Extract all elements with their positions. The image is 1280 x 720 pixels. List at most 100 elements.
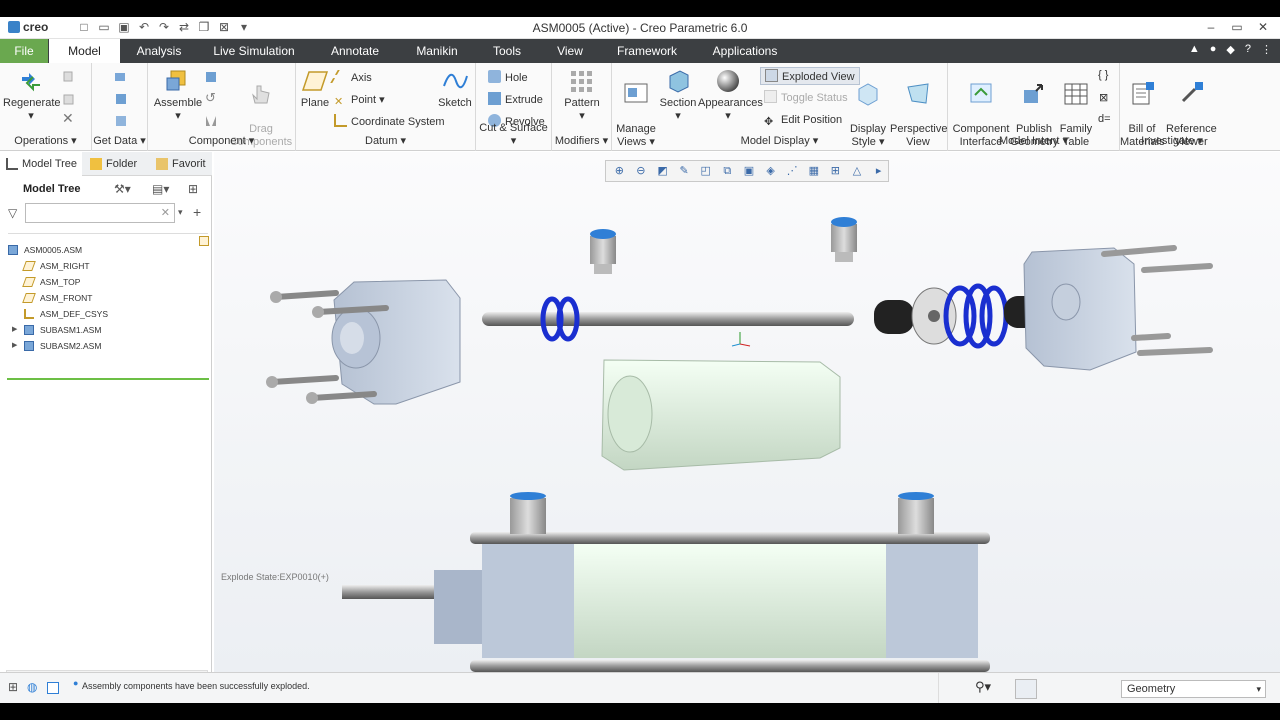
tab-live-simulation[interactable]: Live Simulation (206, 39, 302, 63)
tree-columns-icon[interactable]: ⊞ (188, 182, 198, 196)
tab-manikin[interactable]: Manikin (407, 39, 467, 63)
edit-position-button[interactable]: ✥ Edit Position (764, 111, 842, 129)
tab-model[interactable]: Model (49, 39, 120, 63)
browser-icon[interactable]: ◍ (27, 680, 37, 694)
modifiers-label[interactable]: Modifiers ▾ (552, 134, 611, 147)
group-modifiers: Pattern ▾ Modifiers ▾ (552, 63, 612, 151)
cylinder-barrel[interactable] (601, 359, 841, 471)
selected-items-icon[interactable] (1015, 679, 1037, 699)
tree-item[interactable]: ASM_DEF_CSYS (6, 306, 208, 322)
tree-item[interactable]: ASM0005.ASM (6, 242, 208, 258)
pattern-button[interactable]: Pattern ▾ (558, 68, 606, 123)
tree-item-label: SUBASM1.ASM (40, 325, 102, 335)
extrude-button[interactable]: Extrude (488, 91, 543, 109)
parameters-icon[interactable]: { } (1098, 69, 1108, 81)
sketch-button[interactable]: Sketch (438, 68, 472, 110)
search-options-icon[interactable]: ▾ (178, 207, 183, 218)
piston-assembly[interactable] (874, 283, 1042, 349)
point-button[interactable]: ✕ Point ▾ (334, 91, 385, 109)
tab-view[interactable]: View (548, 39, 592, 63)
explode-state-label: Explode State:EXP0010(+) (221, 572, 329, 582)
copy-geometry-icon[interactable] (114, 92, 128, 106)
show-navigator-icon[interactable]: ⊞ (8, 680, 18, 694)
group-get-data: Get Data ▾ (92, 63, 148, 151)
appearances-button[interactable]: Appearances ▾ (698, 68, 763, 123)
clear-search-icon[interactable]: ✕ (161, 206, 170, 219)
toggle-status-button[interactable]: Toggle Status (764, 89, 848, 107)
model-tree: ASM0005.ASM ASM_RIGHT ASM_TOP ASM_FRONT ASM_… (6, 242, 208, 354)
search-input[interactable]: ✕ (25, 203, 175, 223)
window-title: ASM0005 (Active) - Creo Parametric 6.0 (532, 21, 748, 35)
tab-analysis[interactable]: Analysis (128, 39, 190, 63)
model-intent-label[interactable]: Model Intent ▾ (948, 134, 1119, 147)
assemble-button[interactable]: Assemble ▾ (151, 68, 205, 123)
shrinkwrap-icon[interactable] (114, 114, 128, 128)
expand-icon[interactable]: ▶ (12, 322, 20, 338)
filter-icon[interactable]: ▽ (8, 206, 17, 220)
user-defined-feature-icon[interactable] (114, 70, 128, 84)
more-icon[interactable]: ⋮ (1261, 43, 1272, 56)
hole-button[interactable]: Hole (488, 69, 528, 87)
tab-annotate[interactable]: Annotate (322, 39, 388, 63)
relations-icon[interactable]: d= (1098, 113, 1111, 125)
datum-label[interactable]: Datum ▾ (296, 134, 475, 147)
section-button[interactable]: Section ▾ (658, 68, 698, 123)
filter-select[interactable]: Geometry ▾ (1121, 680, 1266, 698)
delete-icon[interactable]: ✕ (62, 110, 74, 127)
fitting-1[interactable] (590, 229, 616, 274)
cut-surface-label[interactable]: Cut & Surface ▾ (476, 122, 551, 147)
tab-framework[interactable]: Framework (611, 39, 683, 63)
graphics-window[interactable]: ⊕ ⊖ ◩ ✎ ◰ ⧉ ▣ ◈ ⋰ ▦ ⊞ △ ▸ Explode State:… (214, 152, 1280, 672)
get-data-label[interactable]: Get Data ▾ (92, 134, 147, 147)
expand-icon[interactable]: ▶ (12, 338, 20, 354)
tab-model-tree[interactable]: Model Tree (0, 152, 82, 176)
model-display-label[interactable]: Model Display ▾ (612, 134, 947, 147)
model-ribbon: Regenerate ▾ ✕ Operations ▾ Get Data ▾ As… (0, 63, 1280, 151)
component-label[interactable]: Component ▾ (148, 134, 295, 147)
investigate-label[interactable]: Investigate ▾ (1120, 134, 1224, 147)
left-end-cap[interactable] (266, 279, 461, 405)
collapse-ribbon-icon[interactable]: ▲ (1189, 43, 1200, 56)
group-datum: Plane Axis ✕ Point ▾ Coordinate System Sk… (296, 63, 476, 151)
switch-dimensions-icon[interactable]: ⊠ (1099, 91, 1108, 104)
maximize-button[interactable]: ▭ (1230, 20, 1244, 34)
tab-applications[interactable]: Applications (703, 39, 787, 63)
appearance-icon[interactable]: ◆ (1226, 43, 1234, 56)
help-icon[interactable]: ? (1245, 43, 1251, 56)
tab-folder-browser[interactable]: Folder (84, 152, 146, 176)
tab-tools[interactable]: Tools (484, 39, 530, 63)
assembled-cylinder[interactable] (342, 492, 990, 672)
tree-item[interactable]: ▶ SUBASM1.ASM (6, 322, 208, 338)
right-end-cap[interactable] (1023, 245, 1213, 371)
coordinate-system-button[interactable]: Coordinate System (334, 113, 445, 131)
paste-icon[interactable] (62, 92, 76, 106)
repeat-icon[interactable]: ↺ (205, 90, 216, 106)
add-icon[interactable]: + (193, 204, 201, 220)
tab-file[interactable]: File (0, 39, 48, 63)
plane-button[interactable]: Plane (298, 68, 332, 110)
regenerate-button[interactable]: Regenerate ▾ (3, 68, 61, 123)
operations-label[interactable]: Operations ▾ (0, 134, 91, 147)
status-message: Assembly components have been successful… (82, 681, 310, 691)
tree-item[interactable]: ASM_RIGHT (6, 258, 208, 274)
datum-plane-icon (22, 277, 36, 287)
minimize-button[interactable]: – (1204, 20, 1218, 34)
close-button[interactable]: ✕ (1256, 20, 1270, 34)
axis-button[interactable]: Axis (330, 69, 372, 87)
fitting-2[interactable] (831, 217, 857, 262)
tree-item[interactable]: ▶ SUBASM2.ASM (6, 338, 208, 354)
settings-icon[interactable]: ⚒▾ (114, 182, 131, 196)
tree-item[interactable]: ASM_FRONT (6, 290, 208, 306)
tree-item-label: ASM0005.ASM (24, 245, 83, 255)
full-screen-icon[interactable] (47, 682, 59, 694)
piston-rod[interactable] (482, 296, 854, 342)
copy-icon[interactable] (62, 70, 76, 84)
find-icon[interactable]: ⚲▾ (975, 679, 991, 695)
create-component-icon[interactable] (204, 70, 218, 84)
tab-favorites[interactable]: Favorit (150, 152, 212, 176)
exploded-view-button[interactable]: Exploded View (760, 67, 860, 85)
search-icon[interactable]: ● (1210, 43, 1217, 56)
tree-item[interactable]: ASM_TOP (6, 274, 208, 290)
show-icon[interactable]: ▤▾ (152, 182, 169, 196)
mirror-component-icon[interactable] (204, 114, 218, 128)
